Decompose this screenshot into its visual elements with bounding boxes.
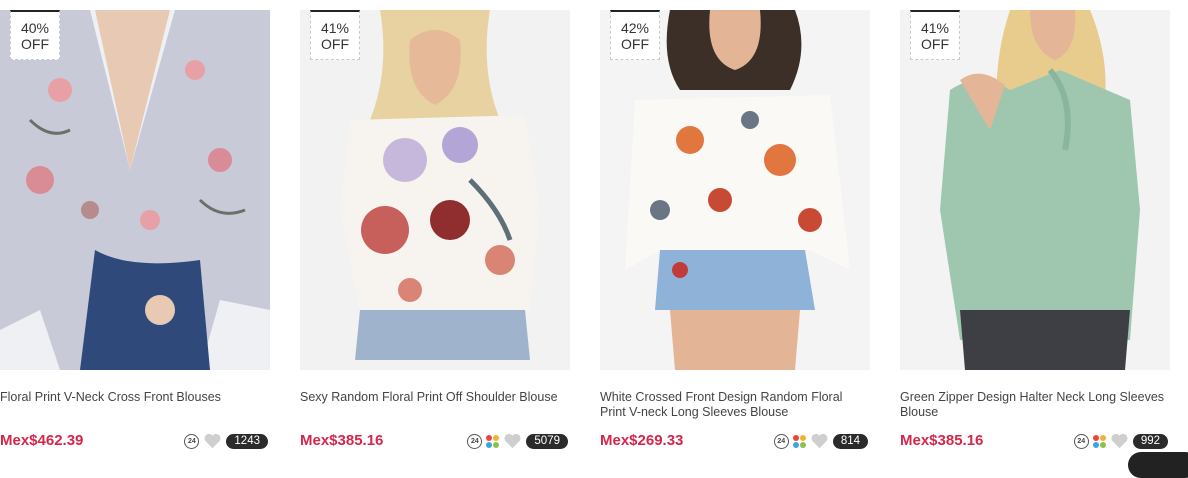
product-title[interactable]: Sexy Random Floral Print Off Shoulder Bl… xyxy=(300,390,565,405)
product-card[interactable]: 41% OFF Sexy Random Floral Print Off Sho… xyxy=(300,0,570,460)
product-meta-icons: 24 814 xyxy=(773,433,868,449)
product-image[interactable] xyxy=(900,10,1170,370)
discount-percent: 41% xyxy=(320,20,350,36)
heart-icon[interactable] xyxy=(810,433,829,449)
product-image[interactable] xyxy=(300,10,570,370)
color-swatch-icon xyxy=(1092,434,1106,448)
discount-badge: 42% OFF xyxy=(610,10,660,60)
product-image[interactable] xyxy=(0,10,270,370)
24h-delivery-icon: 24 xyxy=(467,433,483,449)
24h-delivery-icon: 24 xyxy=(773,433,789,449)
discount-off-label: OFF xyxy=(21,36,49,52)
product-card[interactable]: 40% OFF Floral Print V-Neck Cross Front … xyxy=(0,0,270,460)
product-price: Mex$269.33 xyxy=(600,432,684,449)
product-title[interactable]: Floral Print V-Neck Cross Front Blouses xyxy=(0,390,265,405)
discount-percent: 40% xyxy=(20,20,50,36)
product-image[interactable] xyxy=(600,10,870,370)
product-card[interactable]: 42% OFF White Crossed Front Design Rando… xyxy=(600,0,870,460)
product-title[interactable]: Green Zipper Design Halter Neck Long Sle… xyxy=(900,390,1165,420)
like-count: 814 xyxy=(832,433,868,449)
product-card[interactable]: 41% OFF Green Zipper Design Halter Neck … xyxy=(900,0,1170,460)
product-meta-icons: 24 5079 xyxy=(467,433,568,449)
like-count: 5079 xyxy=(526,433,568,449)
heart-icon[interactable] xyxy=(203,433,222,449)
like-count: 992 xyxy=(1132,433,1168,449)
product-meta-icons: 24 992 xyxy=(1073,433,1168,449)
discount-off-label: OFF xyxy=(621,36,649,52)
24h-delivery-icon: 24 xyxy=(184,433,200,449)
discount-off-label: OFF xyxy=(921,36,949,52)
heart-icon[interactable] xyxy=(503,433,522,449)
product-title[interactable]: White Crossed Front Design Random Floral… xyxy=(600,390,865,420)
discount-percent: 42% xyxy=(620,20,650,36)
discount-badge: 41% OFF xyxy=(910,10,960,60)
product-price: Mex$385.16 xyxy=(300,432,384,449)
discount-badge: 41% OFF xyxy=(310,10,360,60)
like-count: 1243 xyxy=(226,433,268,449)
product-price: Mex$462.39 xyxy=(0,432,84,449)
discount-percent: 41% xyxy=(920,20,950,36)
discount-badge: 40% OFF xyxy=(10,10,60,60)
24h-delivery-icon: 24 xyxy=(1073,433,1089,449)
product-grid: 40% OFF Floral Print V-Neck Cross Front … xyxy=(0,0,1188,460)
product-meta-icons: 24 1243 xyxy=(184,433,268,449)
product-price: Mex$385.16 xyxy=(900,432,984,449)
heart-icon[interactable] xyxy=(1110,433,1129,449)
discount-off-label: OFF xyxy=(321,36,349,52)
color-swatch-icon xyxy=(486,434,500,448)
floating-widget-edge[interactable] xyxy=(1128,452,1188,478)
color-swatch-icon xyxy=(792,434,806,448)
